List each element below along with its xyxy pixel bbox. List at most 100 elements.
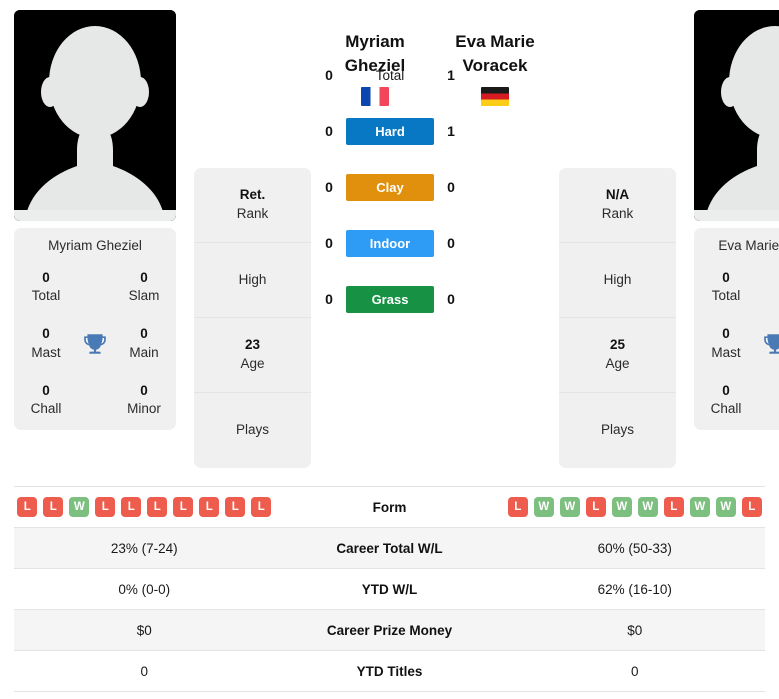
right-stat-value: LWWLWWLWWL xyxy=(505,497,766,517)
h2h-row-grass: 0 Grass 0 xyxy=(300,280,480,318)
surface-badge-hard[interactable]: Hard xyxy=(346,117,434,145)
form-badge-w[interactable]: W xyxy=(69,497,90,517)
surface-badge-indoor[interactable]: Indoor xyxy=(346,229,434,257)
left-stat-value: 0% (0-0) xyxy=(118,581,171,597)
right-age-cell: 25 Age xyxy=(559,318,676,393)
right-high-cell: High xyxy=(559,243,676,318)
left-rank-label: Rank xyxy=(236,206,269,221)
left-titles-main: 0 Main xyxy=(118,325,170,361)
table-row: 0% (0-0) YTD W/L 62% (16-10) xyxy=(14,569,765,610)
form-badge-l[interactable]: L xyxy=(17,497,38,517)
right-titles-total-value: 0 xyxy=(722,270,730,285)
left-titles-total: 0 Total xyxy=(20,269,72,305)
form-badge-l[interactable]: L xyxy=(199,497,220,517)
form-badge-l[interactable]: L xyxy=(147,497,168,517)
left-titles-mast: 0 Mast xyxy=(20,325,72,361)
left-trophy-wrap xyxy=(72,331,118,357)
right-stat-value: 62% (16-10) xyxy=(597,581,672,597)
right-titles-total-label: Total xyxy=(711,288,741,304)
left-player-column: Myriam Gheziel 0 Total 0 Slam 0 Mast 0 M… xyxy=(14,10,176,431)
form-badge-l[interactable]: L xyxy=(663,497,684,517)
surface-badge-total[interactable]: Total xyxy=(346,62,434,89)
form-badge-w[interactable]: W xyxy=(637,497,658,517)
left-stat-value: $0 xyxy=(136,622,152,638)
left-titles-slam-value: 0 xyxy=(140,270,148,285)
right-titles-chall-label: Chall xyxy=(710,401,742,417)
left-rank-value: Ret. xyxy=(239,187,266,203)
form-badge-l[interactable]: L xyxy=(173,497,194,517)
right-stat-value: 0 xyxy=(630,663,639,679)
right-titles-total: 0 Total xyxy=(700,269,752,305)
left-high-label: High xyxy=(238,271,267,287)
right-titles-chall: 0 Chall xyxy=(700,382,752,418)
form-badge-l[interactable]: L xyxy=(121,497,142,517)
form-badge-w[interactable]: W xyxy=(689,497,710,517)
form-badge-l[interactable]: L xyxy=(225,497,246,517)
right-player-first-name: Eva Marie xyxy=(455,32,535,51)
trophy-icon xyxy=(84,333,106,354)
right-rank-value: N/A xyxy=(605,187,630,203)
left-titles-main-label: Main xyxy=(129,344,159,360)
h2h-left-score: 0 xyxy=(325,235,333,251)
left-titles-minor: 0 Minor xyxy=(118,382,170,418)
form-badge-w[interactable]: W xyxy=(533,497,554,517)
left-plays-label: Plays xyxy=(235,422,269,438)
right-stat-value: $0 xyxy=(627,622,643,638)
left-rank-cell: Ret. Rank xyxy=(194,168,311,243)
right-player-avatar[interactable] xyxy=(694,10,779,221)
left-player-avatar[interactable] xyxy=(14,10,176,221)
h2h-row-total: 0 Total 1 xyxy=(300,56,480,94)
right-form-strip: LWWLWWLWWL xyxy=(505,497,766,517)
stat-row-label: YTD W/L xyxy=(361,581,418,597)
h2h-right-score: 1 xyxy=(447,123,455,139)
right-age-label: Age xyxy=(605,356,630,371)
form-badge-l[interactable]: L xyxy=(95,497,116,517)
right-age-value: 25 xyxy=(609,337,626,353)
right-stat-value: 60% (50-33) xyxy=(597,540,672,556)
surface-badge-clay[interactable]: Clay xyxy=(346,173,434,201)
form-badge-l[interactable]: L xyxy=(741,497,762,517)
head-to-head-surface-list: 0 Total 1 0 Hard 1 0 Clay 0 0 Indoor 0 0 Grass 0 xyxy=(300,56,480,336)
left-titles-total-value: 0 xyxy=(42,270,50,285)
form-badge-l[interactable]: L xyxy=(585,497,606,517)
left-titles-minor-label: Minor xyxy=(127,401,161,417)
right-titles-chall-value: 0 xyxy=(722,382,730,398)
left-plays-cell: Plays xyxy=(194,393,311,468)
table-row: L L W L L L L L L L Form L W W L W W L W W L xyxy=(14,487,765,528)
stat-row-label: Form xyxy=(372,499,407,515)
left-titles-slam-label: Slam xyxy=(128,288,160,304)
right-player-titles-card: Eva Marie Voracek 0 Total 0 Slam 0 Mast xyxy=(694,228,779,431)
left-stat-value: 23% (7-24) xyxy=(110,540,178,556)
h2h-row-indoor: 0 Indoor 0 xyxy=(300,224,480,262)
right-titles-mast: 0 Mast xyxy=(700,325,752,361)
right-titles-mast-value: 0 xyxy=(722,326,730,342)
right-player-column: Eva Marie Voracek 0 Total 0 Slam 0 Mast xyxy=(694,10,779,431)
left-titles-chall-value: 0 xyxy=(42,382,50,398)
left-player-card-name: Myriam Gheziel xyxy=(48,238,142,253)
left-age-cell: 23 Age xyxy=(194,318,311,393)
form-badge-l[interactable]: L xyxy=(251,497,272,517)
left-player-stat-strip: Ret. Rank High 23 Age Plays xyxy=(194,168,311,468)
h2h-right-score: 1 xyxy=(447,67,455,83)
form-badge-l[interactable]: L xyxy=(507,497,528,517)
right-player-card-name: Eva Marie Voracek xyxy=(718,238,779,253)
right-trophy-wrap xyxy=(752,331,779,357)
table-row: 0 YTD Titles 0 xyxy=(14,651,765,692)
left-titles-chall-label: Chall xyxy=(30,401,62,417)
right-player-stat-strip: N/A Rank High 25 Age Plays xyxy=(559,168,676,468)
table-row: $0 Career Prize Money $0 xyxy=(14,610,765,651)
left-age-label: Age xyxy=(240,356,265,371)
form-badge-w[interactable]: W xyxy=(559,497,580,517)
left-form-strip: LLWLLLLLLL xyxy=(14,497,275,517)
table-row: 23% (7-24) Career Total W/L 60% (50-33) xyxy=(14,528,765,569)
trophy-icon xyxy=(764,333,779,354)
player-comparison-page: Myriam Gheziel 0 Total 0 Slam 0 Mast 0 M… xyxy=(0,0,779,699)
left-titles-chall: 0 Chall xyxy=(20,382,72,418)
form-badge-w[interactable]: W xyxy=(611,497,632,517)
form-badge-l[interactable]: L xyxy=(43,497,64,517)
h2h-right-score: 0 xyxy=(447,179,455,195)
form-badge-w[interactable]: W xyxy=(715,497,736,517)
surface-badge-grass[interactable]: Grass xyxy=(346,285,434,313)
stat-row-label: Career Prize Money xyxy=(326,622,453,638)
avatar-silhouette-icon xyxy=(694,10,779,221)
